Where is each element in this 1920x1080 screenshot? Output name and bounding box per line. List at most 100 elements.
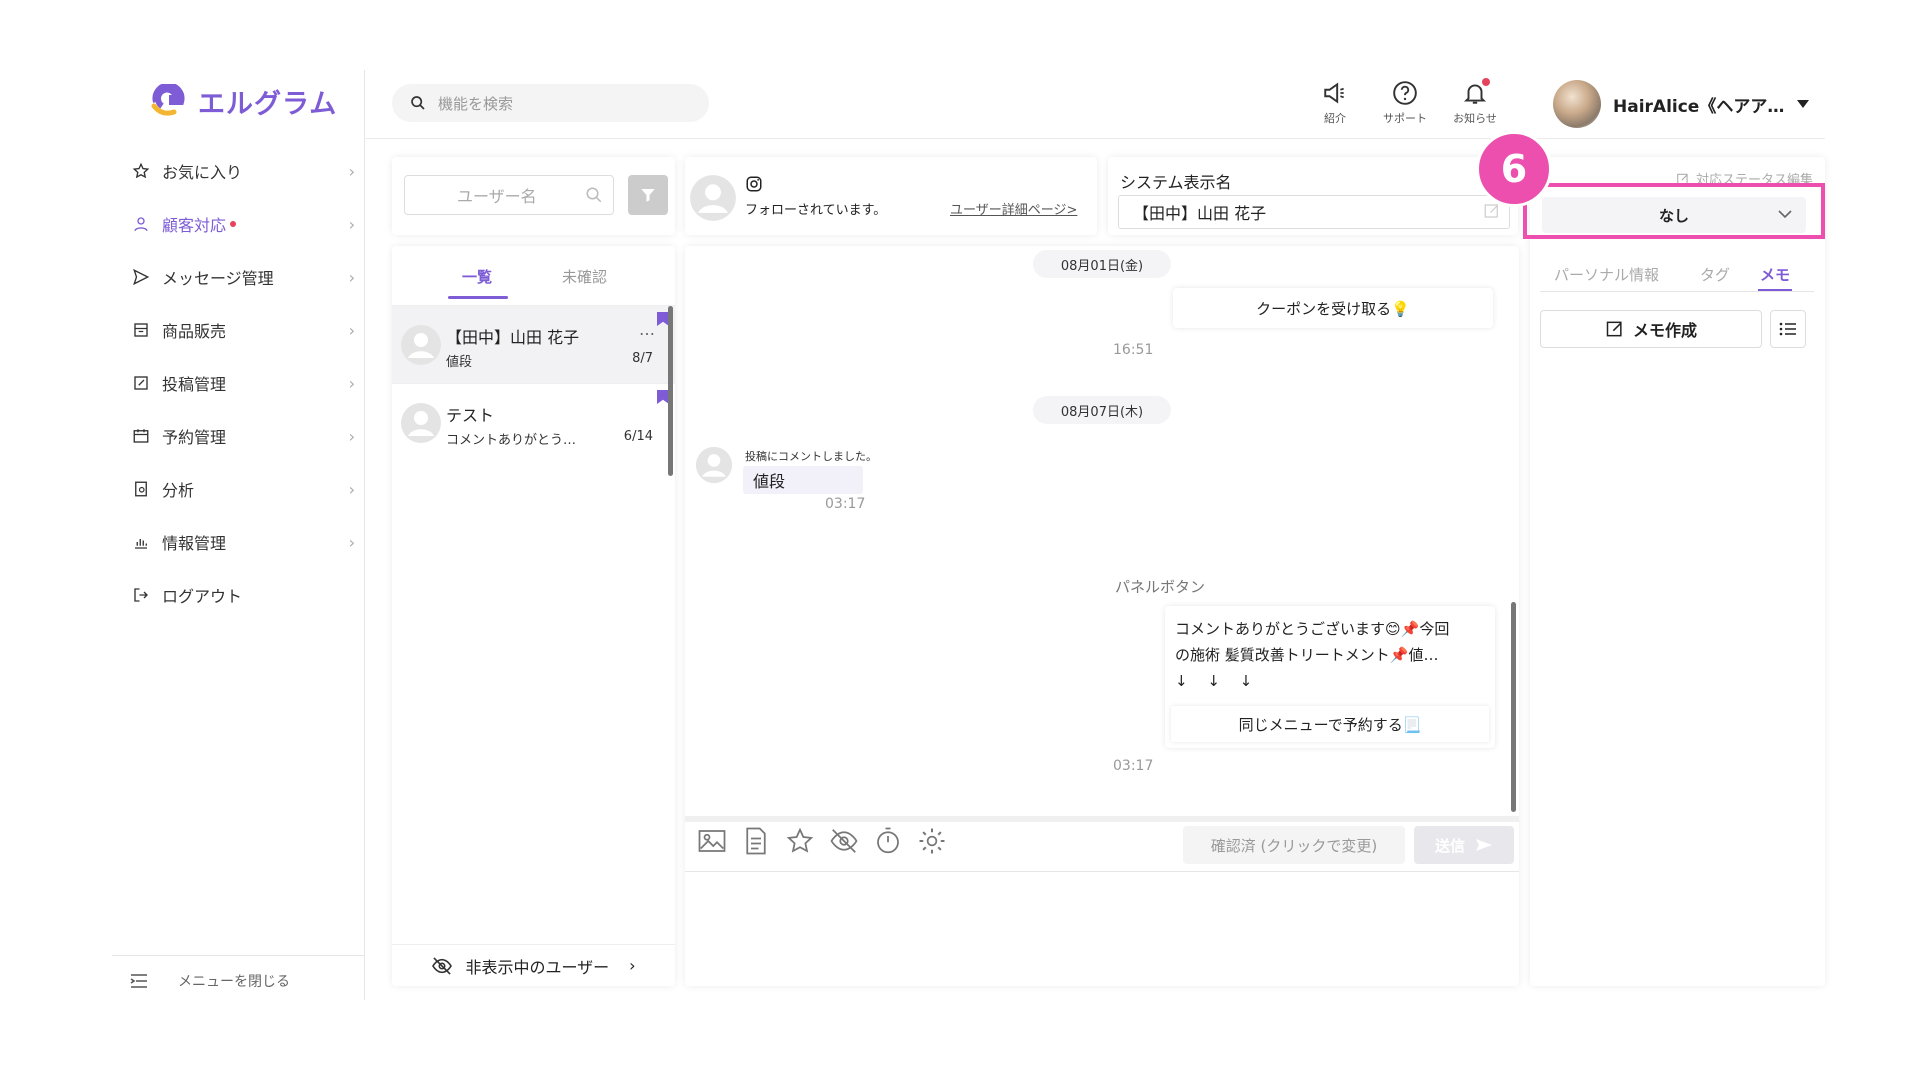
sidebar-item-sales[interactable]: 商品販売 › [130, 313, 355, 347]
hidden-users-button[interactable]: 非表示中のユーザー › [392, 944, 675, 986]
chevron-right-icon: › [348, 267, 355, 287]
panel-text-line: ↓ ↓ ↓ [1175, 672, 1253, 690]
report-icon [130, 478, 152, 500]
intro-button[interactable]: 紹介 [1300, 80, 1370, 130]
star-icon [130, 160, 152, 182]
feature-search-input[interactable]: 機能を検索 [392, 84, 709, 122]
support-button[interactable]: サポート [1370, 80, 1440, 130]
confirm-status-button[interactable]: 確認済 (クリックで変更) [1183, 826, 1405, 864]
create-memo-button[interactable]: メモ作成 [1540, 310, 1762, 348]
sidebar-item-posts[interactable]: 投稿管理 › [130, 366, 355, 400]
comment-note: 投稿にコメントしました。 [745, 450, 877, 463]
gear-icon[interactable] [917, 826, 947, 856]
eye-off-icon[interactable] [829, 826, 859, 856]
instagram-icon [745, 175, 763, 193]
send-button[interactable]: 送信 [1414, 826, 1514, 864]
sidebar-item-logout[interactable]: ログアウト [130, 578, 355, 612]
message-time: 16:51 [1113, 342, 1154, 358]
send-icon [1475, 838, 1493, 852]
image-icon[interactable] [697, 826, 727, 856]
message-input[interactable] [685, 872, 1519, 986]
sidebar-item-label: 予約管理 [162, 428, 227, 447]
scrollbar[interactable] [1511, 602, 1516, 812]
intro-label: 紹介 [1324, 112, 1346, 125]
tab-unconfirmed[interactable]: 未確認 [562, 266, 607, 287]
sidebar-item-info[interactable]: 情報管理 › [130, 525, 355, 559]
filter-button[interactable] [628, 175, 668, 215]
tab-personal-info[interactable]: パーソナル情報 [1554, 264, 1659, 285]
active-tab-indicator [448, 296, 508, 299]
list-item-name: テスト [446, 406, 495, 425]
app-logo[interactable]: エルグラム [150, 82, 337, 121]
edit-icon [130, 372, 152, 394]
toolbar-divider [685, 816, 1519, 822]
support-label: サポート [1383, 112, 1427, 125]
date-separator: 08月07日(木) [1032, 396, 1172, 424]
system-name-panel: システム表示名 【田中】山田 花子 [1108, 157, 1518, 235]
notice-button[interactable]: お知らせ [1440, 78, 1510, 130]
scrollbar[interactable] [668, 306, 673, 476]
shop-icon [130, 319, 152, 341]
sidebar-item-analytics[interactable]: 分析 › [130, 472, 355, 506]
panel-text-line: の施術 髪質改善トリートメント📌値… [1175, 646, 1439, 664]
chevron-right-icon: › [348, 373, 355, 393]
user-menu[interactable]: HairAlice《ヘアア… [1553, 80, 1810, 128]
timer-icon[interactable] [873, 826, 903, 856]
coupon-button[interactable]: クーポンを受け取る💡 [1173, 288, 1493, 328]
sidebar-item-messages[interactable]: メッセージ管理 › [130, 260, 355, 294]
document-icon[interactable] [741, 826, 771, 856]
user-icon [130, 213, 152, 235]
chevron-right-icon: › [629, 956, 636, 975]
chevron-right-icon: › [348, 479, 355, 499]
list-item-date: 6/14 [623, 429, 653, 444]
memo-list-button[interactable] [1770, 310, 1806, 348]
logo-text: エルグラム [198, 89, 338, 120]
tab-divider [1540, 291, 1814, 292]
user-list-tabs: 一覧 未確認 [392, 266, 675, 299]
chevron-right-icon: › [348, 161, 355, 181]
star-icon[interactable] [785, 826, 815, 856]
list-item-preview: 値段 [446, 355, 473, 370]
chat-panel: 08月01日(金) クーポンを受け取る💡 16:51 08月07日(木) 投稿に… [685, 246, 1519, 986]
list-item[interactable]: テスト コメントありがとう… 6/14 [392, 383, 675, 461]
avatar-icon [401, 325, 441, 365]
list-item[interactable]: 【田中】山田 花子 … 値段 8/7 [392, 305, 675, 383]
close-menu-button[interactable]: メニューを閉じる [112, 955, 365, 1005]
list-item-name: 【田中】山田 花子 [446, 328, 580, 347]
tab-memo[interactable]: メモ [1760, 264, 1790, 285]
chevron-right-icon: › [348, 426, 355, 446]
sidebar-item-label: 顧客対応 [162, 216, 227, 235]
create-memo-label: メモ作成 [1632, 321, 1697, 340]
annotation-highlight-box [1523, 183, 1825, 239]
filter-icon [639, 186, 657, 204]
help-icon [1392, 80, 1418, 106]
search-placeholder: 機能を検索 [438, 94, 514, 113]
chevron-right-icon: › [348, 214, 355, 234]
edit-icon[interactable] [1483, 202, 1501, 220]
sidebar-item-reservations[interactable]: 予約管理 › [130, 419, 355, 453]
hidden-users-label: 非表示中のユーザー [465, 957, 610, 977]
more-icon[interactable]: … [639, 320, 655, 339]
calendar-icon [130, 425, 152, 447]
avatar-icon [695, 446, 733, 484]
megaphone-icon [1322, 80, 1348, 106]
caret-down-icon [1796, 99, 1810, 109]
user-search-input[interactable]: ユーザー名 [404, 175, 614, 215]
reserve-same-menu-button[interactable]: 同じメニューで予約する📃 [1171, 706, 1489, 742]
user-detail-link[interactable]: ユーザー詳細ページ> [950, 199, 1077, 218]
logout-icon [130, 584, 152, 606]
tab-tags[interactable]: タグ [1700, 264, 1730, 285]
list-item-preview: コメントありがとう… [446, 433, 577, 448]
list-icon [1779, 321, 1797, 337]
sidebar-item-label: 分析 [162, 481, 195, 500]
sidebar-item-favorites[interactable]: お気に入り › [130, 154, 355, 188]
system-name-input[interactable]: 【田中】山田 花子 [1118, 195, 1510, 229]
logo-icon [151, 83, 185, 116]
sidebar-item-customer-support[interactable]: 顧客対応 › [130, 207, 355, 241]
list-item-date: 8/7 [632, 351, 653, 366]
notice-label: お知らせ [1453, 112, 1497, 125]
panel-title: パネルボタン [1115, 578, 1206, 596]
customer-info-panel: 対応ステータス編集 なし パーソナル情報 タグ メモ メモ作成 [1530, 157, 1825, 986]
date-separator: 08月01日(金) [1032, 250, 1172, 278]
tab-all[interactable]: 一覧 [462, 266, 492, 287]
